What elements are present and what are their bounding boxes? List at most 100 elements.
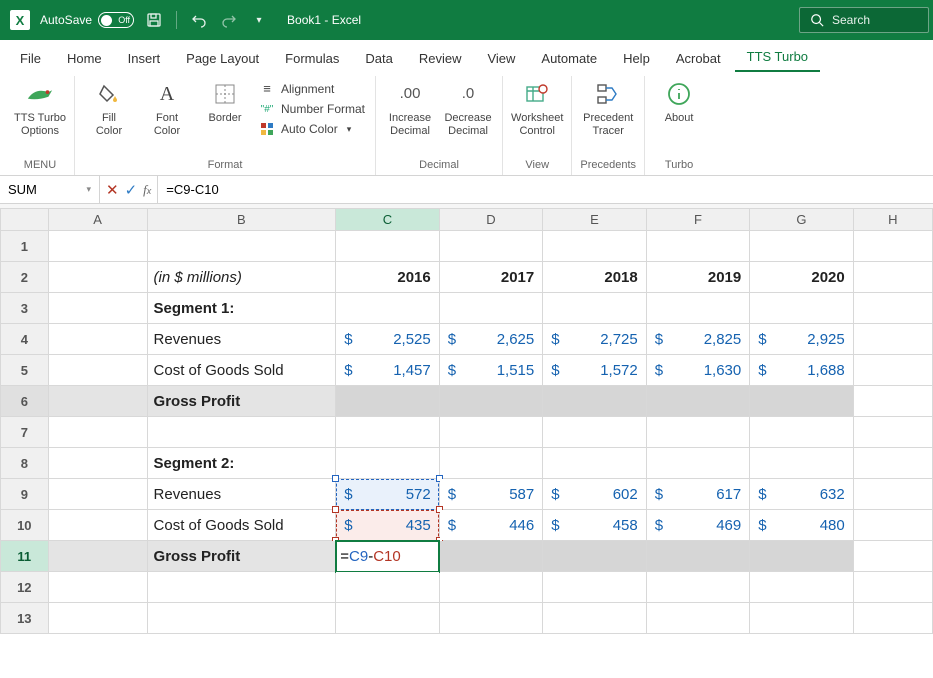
cell[interactable] — [48, 572, 147, 603]
cell[interactable] — [750, 231, 854, 262]
cell[interactable] — [853, 448, 932, 479]
cell[interactable] — [750, 572, 854, 603]
cell-b9[interactable]: Revenues — [147, 479, 336, 510]
row-header-13[interactable]: 13 — [1, 603, 49, 634]
cell[interactable] — [853, 572, 932, 603]
cell[interactable] — [48, 293, 147, 324]
cell[interactable] — [336, 231, 440, 262]
cell[interactable] — [853, 324, 932, 355]
cell[interactable] — [336, 417, 440, 448]
cell[interactable]: $617 — [646, 479, 750, 510]
cell[interactable]: 2020 — [750, 262, 854, 293]
cell[interactable]: $1,515 — [439, 355, 543, 386]
cell[interactable] — [147, 572, 336, 603]
cell-b8[interactable]: Segment 2: — [147, 448, 336, 479]
tab-help[interactable]: Help — [611, 45, 662, 72]
cell[interactable] — [750, 541, 854, 572]
qat-overflow-icon[interactable]: ▾ — [249, 10, 269, 30]
fill-color-button[interactable]: Fill Color — [83, 76, 135, 137]
border-button[interactable]: Border — [199, 76, 251, 125]
tab-review[interactable]: Review — [407, 45, 474, 72]
cell[interactable]: $1,688 — [750, 355, 854, 386]
cell[interactable] — [439, 572, 543, 603]
tab-insert[interactable]: Insert — [116, 45, 173, 72]
cell[interactable]: $1,457 — [336, 355, 440, 386]
tab-data[interactable]: Data — [353, 45, 404, 72]
cell[interactable]: $2,825 — [646, 324, 750, 355]
cell[interactable] — [48, 355, 147, 386]
cell[interactable] — [439, 417, 543, 448]
cell[interactable] — [646, 448, 750, 479]
cell-b5[interactable]: Cost of Goods Sold — [147, 355, 336, 386]
cell[interactable] — [646, 293, 750, 324]
cell[interactable]: 2017 — [439, 262, 543, 293]
cell[interactable]: $2,525 — [336, 324, 440, 355]
cell[interactable]: $2,625 — [439, 324, 543, 355]
cell[interactable]: $469 — [646, 510, 750, 541]
cell-c9[interactable]: $572 — [336, 479, 440, 510]
cell[interactable] — [853, 603, 932, 634]
cell[interactable] — [439, 603, 543, 634]
cell[interactable] — [853, 355, 932, 386]
cell[interactable] — [543, 386, 647, 417]
cell[interactable] — [853, 386, 932, 417]
col-header-d[interactable]: D — [439, 209, 543, 231]
cell-c10[interactable]: $435 — [336, 510, 440, 541]
font-color-button[interactable]: A Font Color — [141, 76, 193, 137]
cell[interactable] — [48, 510, 147, 541]
cell[interactable] — [48, 448, 147, 479]
tab-file[interactable]: File — [8, 45, 53, 72]
about-button[interactable]: About — [653, 76, 705, 125]
row-header-10[interactable]: 10 — [1, 510, 49, 541]
cell[interactable] — [646, 603, 750, 634]
cell[interactable] — [646, 231, 750, 262]
cell[interactable] — [853, 231, 932, 262]
tab-view[interactable]: View — [475, 45, 527, 72]
cell[interactable]: 2016 — [336, 262, 440, 293]
cell[interactable] — [543, 293, 647, 324]
worksheet[interactable]: A B C D E F G H 12(in $ millions)2016201… — [0, 208, 933, 678]
cell-b4[interactable]: Revenues — [147, 324, 336, 355]
cell[interactable] — [750, 386, 854, 417]
cell[interactable] — [750, 603, 854, 634]
cell-b10[interactable]: Cost of Goods Sold — [147, 510, 336, 541]
cell[interactable] — [750, 448, 854, 479]
cell-b11[interactable]: Gross Profit — [147, 541, 336, 572]
cell[interactable] — [336, 293, 440, 324]
number-format-button[interactable]: "#"Number Format — [257, 101, 367, 117]
cell[interactable] — [543, 572, 647, 603]
alignment-button[interactable]: ≡Alignment — [257, 80, 367, 97]
cell[interactable] — [48, 324, 147, 355]
autosave-toggle[interactable]: AutoSave Off — [40, 12, 134, 28]
cell[interactable]: $1,572 — [543, 355, 647, 386]
cell[interactable] — [853, 262, 932, 293]
row-header-11[interactable]: 11 — [1, 541, 49, 572]
cell[interactable] — [646, 572, 750, 603]
cell[interactable] — [439, 293, 543, 324]
row-header-2[interactable]: 2 — [1, 262, 49, 293]
tab-page-layout[interactable]: Page Layout — [174, 45, 271, 72]
col-header-a[interactable]: A — [48, 209, 147, 231]
cell[interactable] — [543, 417, 647, 448]
col-header-c[interactable]: C — [336, 209, 440, 231]
decrease-decimal-button[interactable]: .0 Decrease Decimal — [442, 76, 494, 137]
auto-color-button[interactable]: Auto Color▾ — [257, 121, 367, 137]
cell-c11-editing[interactable]: =C9-C10 — [336, 541, 440, 572]
cell[interactable] — [336, 448, 440, 479]
col-header-g[interactable]: G — [750, 209, 854, 231]
cell[interactable]: $587 — [439, 479, 543, 510]
tab-acrobat[interactable]: Acrobat — [664, 45, 733, 72]
cell[interactable] — [48, 262, 147, 293]
cell[interactable] — [48, 417, 147, 448]
cell[interactable] — [147, 231, 336, 262]
tab-home[interactable]: Home — [55, 45, 114, 72]
cell[interactable] — [147, 417, 336, 448]
col-header-h[interactable]: H — [853, 209, 932, 231]
col-header-f[interactable]: F — [646, 209, 750, 231]
row-header-4[interactable]: 4 — [1, 324, 49, 355]
save-icon[interactable] — [144, 10, 164, 30]
cell[interactable] — [853, 479, 932, 510]
row-header-3[interactable]: 3 — [1, 293, 49, 324]
row-header-6[interactable]: 6 — [1, 386, 49, 417]
cell[interactable]: $602 — [543, 479, 647, 510]
